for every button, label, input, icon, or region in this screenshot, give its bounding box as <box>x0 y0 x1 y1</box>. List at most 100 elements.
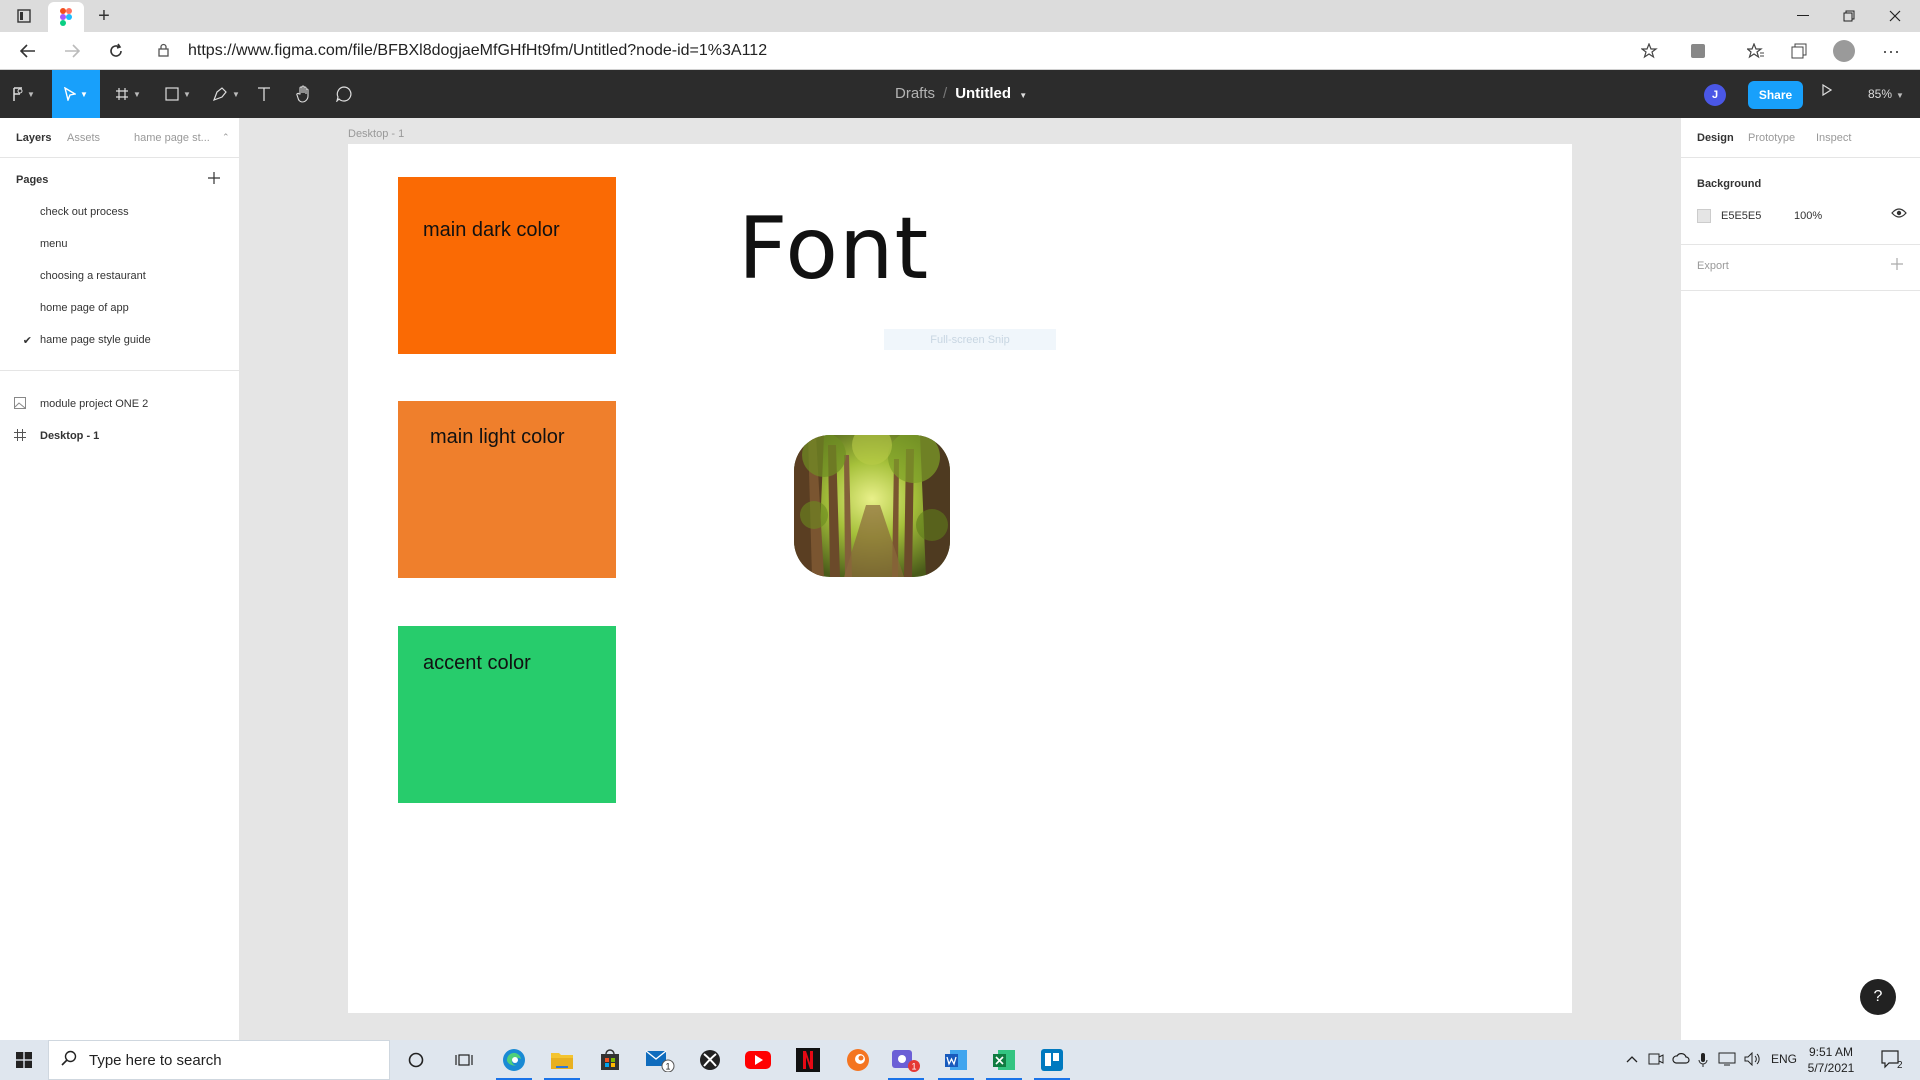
add-favorite-icon[interactable] <box>1636 40 1664 62</box>
left-panel-tabs: Layers Assets hame page st... ⌃ <box>0 118 239 158</box>
tab-prototype[interactable]: Prototype <box>1748 132 1795 144</box>
swatch-accent[interactable]: accent color <box>398 626 616 803</box>
collections-icon[interactable] <box>1785 40 1813 62</box>
main-menu-button[interactable]: ▼ <box>0 70 48 118</box>
page-item-current[interactable]: ✔ hame page style guide <box>0 324 239 356</box>
pen-tool-button[interactable]: ▼ <box>206 70 246 118</box>
page-label: menu <box>40 238 68 250</box>
mail-icon[interactable]: 1 <box>636 1040 684 1080</box>
tab-layers[interactable]: Layers <box>16 132 51 144</box>
breadcrumb: Drafts / Untitled ▼ <box>895 85 1027 102</box>
onedrive-icon[interactable] <box>1672 1052 1690 1067</box>
edge-browser-icon[interactable] <box>490 1040 538 1080</box>
cortana-icon[interactable] <box>392 1040 440 1080</box>
tab-inspect[interactable]: Inspect <box>1816 132 1851 144</box>
network-icon[interactable] <box>1718 1052 1736 1069</box>
file-explorer-icon[interactable] <box>538 1040 586 1080</box>
back-arrow-icon[interactable] <box>14 39 42 63</box>
zoom-dropdown[interactable]: 85% ▼ <box>1868 87 1904 101</box>
notification-center-icon[interactable]: 2 <box>1880 1048 1903 1073</box>
background-opacity-input[interactable]: 100% <box>1794 210 1822 222</box>
url-field[interactable]: https://www.figma.com/file/BFBXl8dogjaeM… <box>188 42 767 60</box>
trello-icon[interactable] <box>1028 1040 1076 1080</box>
help-button[interactable]: ? <box>1860 979 1896 1015</box>
tab-assets[interactable]: Assets <box>67 132 100 144</box>
layer-item[interactable]: module project ONE 2 <box>0 388 239 420</box>
xbox-icon[interactable] <box>686 1040 734 1080</box>
move-tool-button[interactable]: ▼ <box>52 70 100 118</box>
background-color-chip[interactable] <box>1697 209 1711 223</box>
close-window-button[interactable] <box>1872 0 1918 32</box>
clock-date: 5/7/2021 <box>1807 1061 1855 1075</box>
layer-item[interactable]: Desktop - 1 <box>0 420 239 452</box>
plus-icon <box>208 172 220 184</box>
microphone-icon[interactable] <box>1698 1052 1708 1071</box>
page-item[interactable]: menu <box>0 228 239 260</box>
extension-icon[interactable] <box>1684 40 1712 62</box>
refresh-icon[interactable] <box>102 39 130 63</box>
share-button[interactable]: Share <box>1748 81 1803 109</box>
frame-tool-button[interactable]: ▼ <box>108 70 148 118</box>
favorites-icon[interactable] <box>1742 40 1770 62</box>
new-tab-button[interactable]: + <box>86 4 122 28</box>
windows-start-button[interactable] <box>0 1040 48 1080</box>
language-indicator[interactable]: ENG <box>1771 1052 1797 1066</box>
chevron-down-icon[interactable]: ▼ <box>1019 91 1027 100</box>
page-item[interactable]: check out process <box>0 196 239 228</box>
breadcrumb-drafts[interactable]: Drafts <box>895 85 935 102</box>
comment-icon <box>336 86 352 102</box>
canvas[interactable]: Desktop - 1 main dark color main light c… <box>240 118 1680 1040</box>
excel-icon[interactable] <box>980 1040 1028 1080</box>
clock[interactable]: 9:51 AM 5/7/2021 <box>1796 1044 1866 1076</box>
text-icon <box>258 87 270 101</box>
user-avatar[interactable]: J <box>1704 84 1726 106</box>
hand-tool-button[interactable] <box>290 70 318 118</box>
profile-avatar[interactable] <box>1833 40 1855 62</box>
restore-button[interactable] <box>1826 0 1872 32</box>
figma-toolbar: ▼ ▼ ▼ ▼ ▼ Drafts / Untitled ▼ J Share 85% ▼ <box>0 70 1920 118</box>
minimize-button[interactable] <box>1780 0 1826 32</box>
swatch-main-dark[interactable]: main dark color <box>398 177 616 354</box>
font-heading[interactable]: Font <box>738 199 929 299</box>
lock-icon[interactable] <box>158 43 169 60</box>
show-hidden-icons[interactable] <box>1626 1052 1638 1066</box>
tab-actions-icon[interactable] <box>6 4 42 28</box>
crunchyroll-icon[interactable] <box>834 1040 882 1080</box>
taskbar: Type here to search 1 1 ENG 9:51 AM 5/7/… <box>0 1040 1920 1080</box>
netflix-icon[interactable] <box>784 1040 832 1080</box>
text-tool-button[interactable] <box>250 70 278 118</box>
task-view-icon[interactable] <box>440 1040 488 1080</box>
forest-image[interactable] <box>794 435 950 577</box>
frame-label[interactable]: Desktop - 1 <box>348 128 404 140</box>
figma-logo-icon <box>60 8 72 26</box>
desktop-frame[interactable]: main dark color main light color accent … <box>348 144 1572 1013</box>
swatch-label: accent color <box>423 652 531 674</box>
volume-icon[interactable] <box>1744 1051 1762 1069</box>
eye-icon[interactable] <box>1891 206 1907 222</box>
youtube-icon[interactable] <box>734 1040 782 1080</box>
chevron-up-icon[interactable]: ⌃ <box>222 132 230 143</box>
store-icon[interactable] <box>586 1040 634 1080</box>
forward-arrow-icon[interactable] <box>58 39 86 63</box>
page-item[interactable]: choosing a restaurant <box>0 260 239 292</box>
word-icon[interactable] <box>932 1040 980 1080</box>
page-label: check out process <box>40 206 129 218</box>
figma-tab[interactable] <box>48 2 84 32</box>
background-hex-input[interactable]: E5E5E5 <box>1721 210 1761 222</box>
current-page-selector[interactable]: hame page st... <box>134 132 210 144</box>
taskbar-search-input[interactable]: Type here to search <box>48 1040 390 1080</box>
more-menu-icon[interactable]: ··· <box>1877 40 1905 62</box>
add-export-button[interactable] <box>1891 254 1903 275</box>
shape-tool-button[interactable]: ▼ <box>158 70 198 118</box>
comment-tool-button[interactable] <box>330 70 358 118</box>
snipping-tool-icon[interactable]: 1 <box>882 1040 930 1080</box>
swatch-main-light[interactable]: main light color <box>398 401 616 578</box>
present-button[interactable] <box>1822 83 1833 99</box>
tab-design[interactable]: Design <box>1697 132 1734 144</box>
page-item[interactable]: home page of app <box>0 292 239 324</box>
add-page-button[interactable] <box>208 168 220 189</box>
file-title[interactable]: Untitled <box>955 85 1011 102</box>
figma-menu-icon <box>13 86 23 101</box>
notification-count: 2 <box>1897 1060 1902 1070</box>
meet-now-icon[interactable] <box>1648 1052 1664 1069</box>
